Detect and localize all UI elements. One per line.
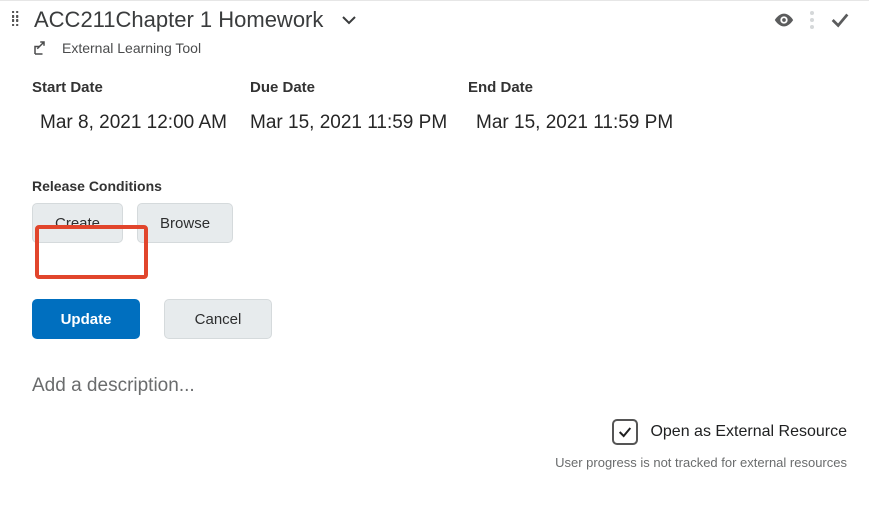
open-external-checkbox[interactable] — [612, 419, 638, 445]
drag-handle-icon[interactable]: ⠿⠿ — [10, 15, 26, 25]
external-tool-icon — [32, 39, 50, 57]
release-conditions-label: Release Conditions — [32, 178, 859, 195]
end-date-label: End Date — [468, 79, 533, 96]
cancel-button[interactable]: Cancel — [164, 299, 272, 339]
visibility-icon[interactable] — [773, 9, 795, 31]
title-actions-dropdown[interactable] — [341, 12, 357, 28]
checkmark-icon[interactable] — [829, 9, 851, 31]
tool-type-label: External Learning Tool — [62, 40, 201, 56]
update-button[interactable]: Update — [32, 299, 140, 339]
create-button[interactable]: Create — [32, 203, 123, 243]
more-actions-icon[interactable] — [809, 9, 815, 31]
external-footnote: User progress is not tracked for externa… — [10, 455, 847, 470]
browse-button[interactable]: Browse — [137, 203, 233, 243]
due-date-label: Due Date — [250, 79, 468, 96]
start-date-label: Start Date — [32, 79, 250, 96]
open-external-label: Open as External Resource — [650, 423, 847, 441]
start-date-value: Mar 8, 2021 12:00 AM — [40, 112, 250, 134]
end-date-value: Mar 15, 2021 11:59 PM — [476, 112, 673, 134]
description-placeholder[interactable]: Add a description... — [32, 375, 859, 397]
page-title: ACC211Chapter 1 Homework — [34, 7, 323, 33]
due-date-value: Mar 15, 2021 11:59 PM — [250, 112, 476, 134]
